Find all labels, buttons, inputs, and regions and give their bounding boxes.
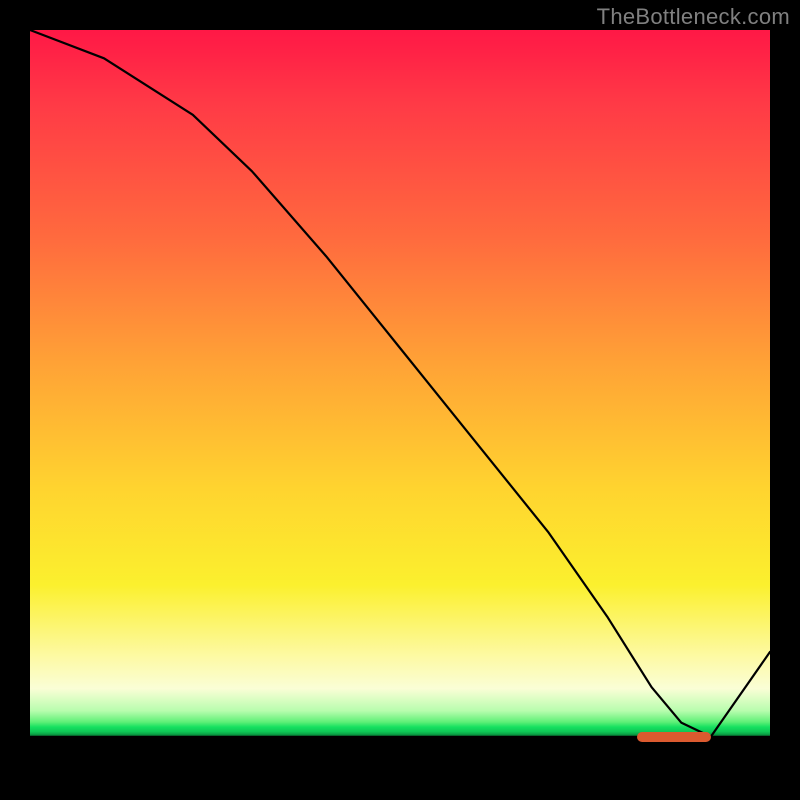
chart-canvas: TheBottleneck.com (0, 0, 800, 800)
optimal-range-marker (637, 732, 711, 742)
line-chart-layer (30, 30, 770, 770)
watermark-text: TheBottleneck.com (597, 4, 790, 30)
plot-area (30, 30, 770, 770)
bottleneck-curve-line (30, 30, 770, 737)
